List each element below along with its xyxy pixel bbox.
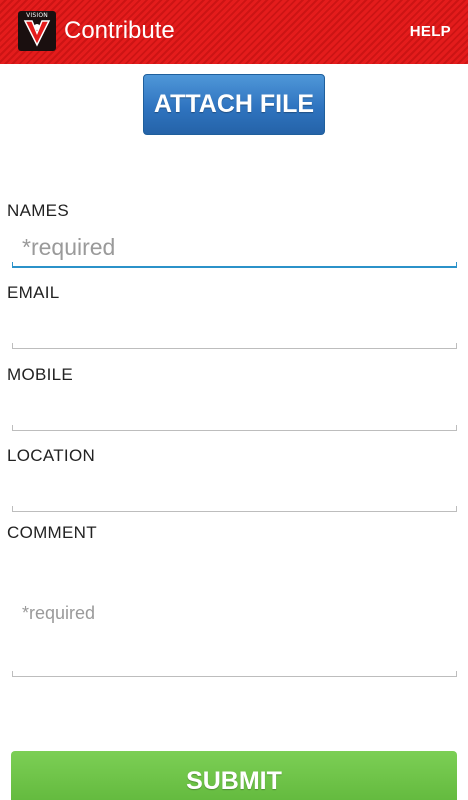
location-input[interactable]	[12, 473, 457, 512]
help-button[interactable]: HELP	[410, 23, 451, 40]
comment-label: COMMENT	[7, 523, 97, 542]
logo-text: VISION	[26, 12, 48, 19]
comment-textarea[interactable]: *required	[12, 550, 457, 677]
submit-button[interactable]: SUBMIT	[11, 751, 457, 800]
attach-file-button[interactable]: ATTACH FILE	[143, 74, 325, 135]
names-placeholder: *required	[22, 234, 116, 260]
email-label: EMAIL	[7, 283, 60, 302]
location-label: LOCATION	[7, 446, 96, 465]
page-title: Contribute	[64, 17, 175, 44]
mobile-input[interactable]	[12, 392, 457, 431]
action-bar: VISION Contribute HELP	[0, 0, 468, 64]
mobile-label: MOBILE	[7, 365, 74, 384]
contribute-screen: VISION Contribute HELP ATTACH FILE NAMES…	[0, 0, 468, 800]
names-label: NAMES	[7, 201, 69, 220]
email-input[interactable]	[12, 310, 457, 349]
comment-placeholder: *required	[22, 603, 96, 623]
names-input[interactable]: *required	[12, 228, 457, 268]
app-logo-icon[interactable]: VISION	[18, 11, 56, 51]
